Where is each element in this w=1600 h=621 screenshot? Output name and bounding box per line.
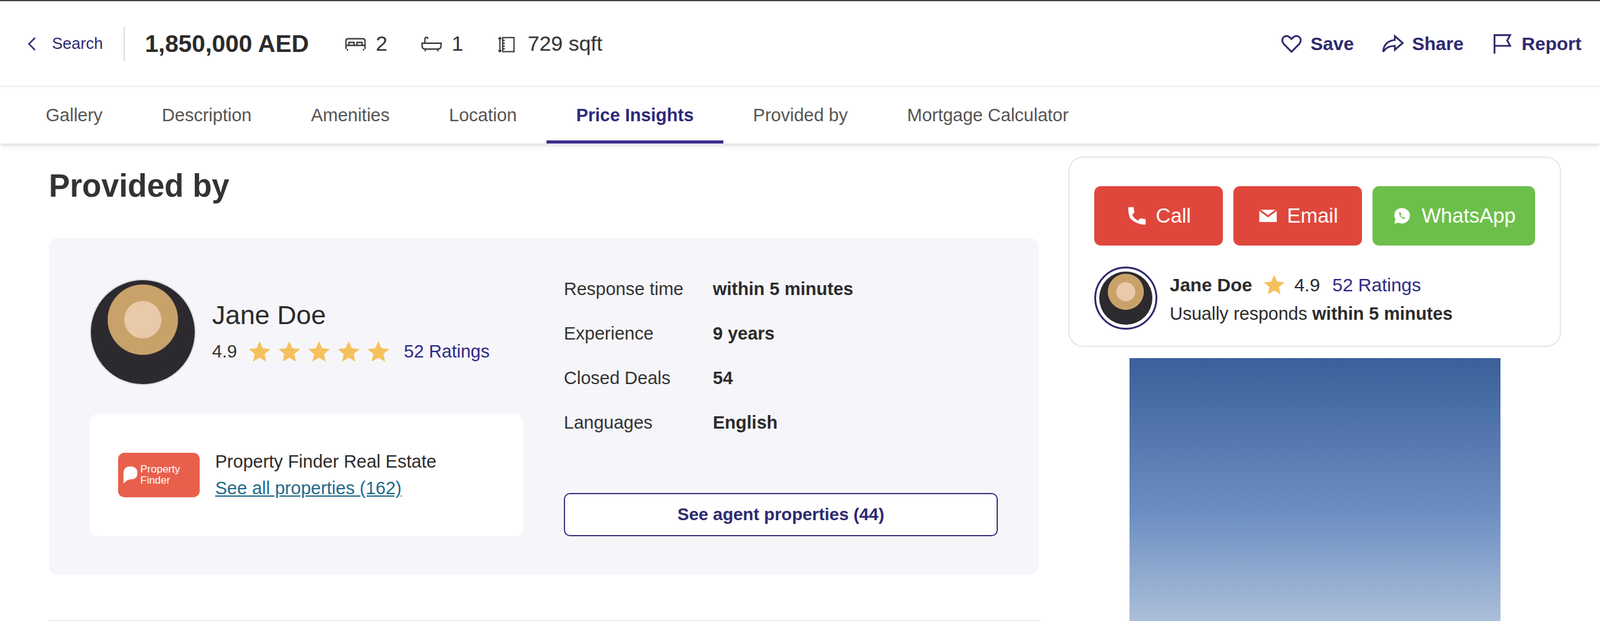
email-button[interactable]: Email	[1233, 186, 1362, 246]
contact-agent-name: Jane Doe	[1169, 274, 1252, 296]
call-button[interactable]: Call	[1094, 186, 1223, 246]
beds-count: 2	[375, 31, 388, 56]
baths: 1	[419, 31, 464, 56]
agent-card: Jane Doe 4.9 52 Ratings PropertyFinder P…	[48, 238, 1039, 575]
tab[interactable]: Price Insights	[546, 86, 724, 144]
tab[interactable]: Mortgage Calculator	[877, 86, 1098, 144]
logo-text: Finder	[140, 474, 180, 486]
agent-avatar	[1094, 266, 1158, 330]
stat-label: Languages	[563, 412, 713, 433]
area-icon	[495, 34, 519, 54]
stat-row: Response time within 5 minutes	[563, 278, 998, 324]
stat-value: within 5 minutes	[712, 278, 998, 300]
heart-icon	[1279, 32, 1304, 56]
logo-text: Property	[140, 463, 180, 475]
share-button[interactable]: Share	[1381, 32, 1464, 56]
mail-icon	[1257, 205, 1279, 227]
advertisement-banner[interactable]	[1129, 357, 1501, 621]
whatsapp-icon	[1391, 205, 1413, 227]
agent-name: Jane Doe	[212, 299, 490, 331]
tab[interactable]: Provided by	[723, 86, 878, 144]
star-icon	[1261, 272, 1287, 298]
whatsapp-button[interactable]: WhatsApp	[1372, 186, 1536, 246]
provided-by-section: Provided by Jane Doe 4.9 52 Ratings Prop…	[48, 156, 1039, 621]
ratings-link[interactable]: 52 Ratings	[403, 341, 490, 362]
response-note: Usually responds within 5 minutes	[1169, 303, 1453, 324]
bath-icon	[419, 34, 444, 54]
logo-mark-icon	[121, 463, 140, 486]
stat-row: Experience 9 years	[563, 323, 998, 368]
agent-photo	[89, 278, 196, 386]
flag-icon	[1490, 32, 1515, 56]
divider	[123, 26, 125, 62]
stat-value: 9 years	[712, 323, 998, 344]
area-value: 729 sqft	[527, 31, 603, 56]
tab[interactable]: Description	[132, 86, 282, 144]
all-properties-link[interactable]: See all properties (162)	[215, 477, 402, 498]
contact-rating: 4.9	[1293, 274, 1320, 296]
tab[interactable]: Location	[419, 86, 547, 144]
area: 729 sqft	[495, 31, 603, 56]
star-icon	[246, 338, 273, 365]
call-label: Call	[1156, 204, 1192, 228]
chevron-left-icon	[23, 34, 43, 54]
tab[interactable]: Gallery	[16, 86, 133, 144]
stat-label: Response time	[563, 278, 713, 300]
stat-label: Experience	[563, 323, 713, 344]
header-actions: Save Share Report	[1279, 32, 1582, 56]
agency-box: PropertyFinder Property Finder Real Esta…	[89, 413, 524, 537]
share-icon	[1381, 32, 1405, 56]
save-label: Save	[1310, 33, 1354, 55]
baths-count: 1	[451, 31, 464, 56]
tab-bar: GalleryDescriptionAmenitiesLocationPrice…	[0, 86, 1600, 144]
stat-row: Closed Deals 54	[563, 367, 998, 413]
contact-agent: Jane Doe 4.9 52 Ratings Usually responds…	[1094, 266, 1536, 330]
sidebar: Call Email WhatsApp Jane Doe 4.9 52 Rati…	[1068, 156, 1562, 621]
agent-info: Jane Doe 4.9 52 Ratings	[89, 278, 524, 386]
price: 1,850,000 AED	[144, 30, 309, 58]
star-icon	[276, 338, 303, 365]
save-button[interactable]: Save	[1279, 32, 1354, 56]
stat-row: Languages English	[563, 412, 998, 457]
contact-ratings-link[interactable]: 52 Ratings	[1332, 274, 1421, 296]
agency-logo: PropertyFinder	[118, 452, 200, 498]
top-bar: Search 1,850,000 AED 2 1 729 sqft Save S…	[0, 1, 1600, 87]
share-label: Share	[1412, 33, 1464, 55]
email-label: Email	[1287, 204, 1339, 228]
phone-icon	[1126, 205, 1148, 227]
agent-stats: Response time within 5 minutesExperience…	[563, 278, 998, 457]
back-label: Search	[51, 34, 103, 54]
agency-name: Property Finder Real Estate	[215, 451, 437, 472]
tab[interactable]: Amenities	[281, 86, 420, 144]
beds: 2	[343, 31, 388, 56]
star-icon	[335, 338, 362, 365]
agent-rating: 4.9 52 Ratings	[212, 338, 490, 365]
stat-label: Closed Deals	[563, 367, 713, 389]
main-content: Provided by Jane Doe 4.9 52 Ratings Prop…	[0, 143, 1600, 621]
report-label: Report	[1521, 33, 1582, 55]
stat-value: 54	[712, 367, 998, 389]
whatsapp-label: WhatsApp	[1421, 204, 1516, 228]
back-button[interactable]: Search	[23, 34, 103, 54]
section-title: Provided by	[48, 168, 1039, 204]
star-icon	[365, 338, 392, 365]
section-divider	[48, 620, 1039, 621]
bed-icon	[343, 34, 368, 54]
stat-value: English	[712, 412, 998, 433]
agent-properties-button[interactable]: See agent properties (44)	[563, 492, 998, 537]
listing-page: Search 1,850,000 AED 2 1 729 sqft Save S…	[0, 0, 1600, 621]
report-button[interactable]: Report	[1490, 32, 1582, 56]
star-icon	[306, 338, 332, 365]
contact-card: Call Email WhatsApp Jane Doe 4.9 52 Rati…	[1068, 156, 1562, 347]
rating-value: 4.9	[212, 341, 237, 362]
